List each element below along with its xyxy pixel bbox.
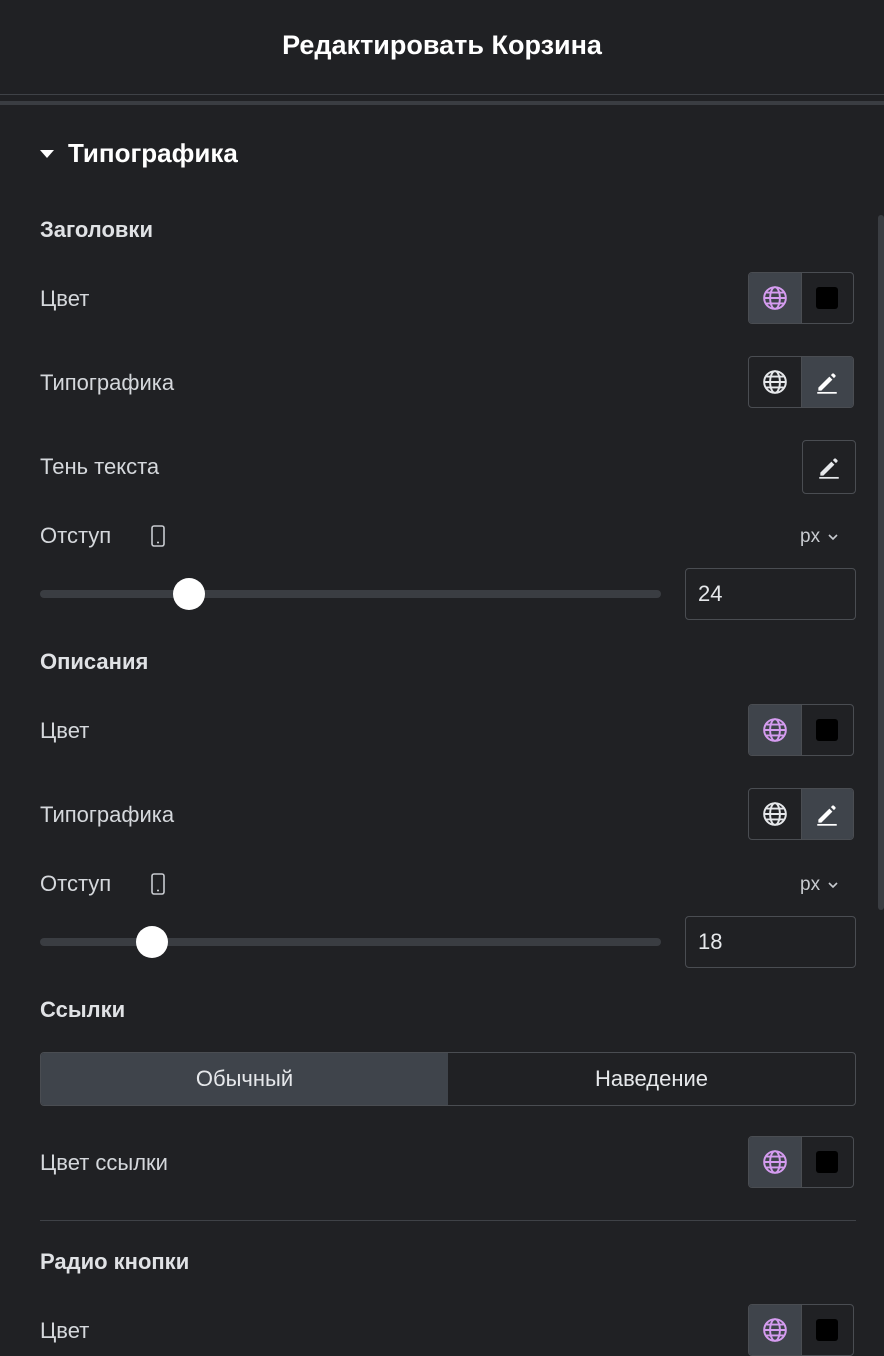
- header-divider: [0, 101, 884, 105]
- panel-header: Редактировать Корзина: [0, 0, 884, 95]
- descriptions-typography-control: [748, 788, 854, 840]
- pencil-icon: [814, 801, 840, 827]
- descriptions-spacing-slider[interactable]: [40, 938, 661, 946]
- descriptions-unit-select[interactable]: px: [800, 874, 838, 896]
- unit-label: px: [800, 526, 821, 547]
- color-picker-button[interactable]: [800, 273, 854, 323]
- color-swatch: [816, 287, 839, 309]
- link-color-label: Цвет ссылки: [40, 1150, 168, 1175]
- chevron-down-icon: [828, 533, 838, 541]
- panel-title: Редактировать Корзина: [282, 30, 602, 60]
- global-typography-button[interactable]: [749, 357, 801, 407]
- descriptions-spacing-slider-handle[interactable]: [136, 926, 168, 958]
- group-heading-headings: Заголовки: [40, 217, 153, 242]
- headings-spacing-slider[interactable]: [40, 590, 661, 598]
- headings-color-control: [748, 272, 854, 324]
- edit-typography-button[interactable]: [800, 357, 853, 407]
- globe-icon: [762, 369, 788, 395]
- section-toggle-typography[interactable]: Типографика: [40, 136, 238, 170]
- global-typography-button[interactable]: [749, 789, 801, 839]
- color-swatch: [816, 1151, 839, 1173]
- edit-typography-button[interactable]: [800, 789, 853, 839]
- scrollbar[interactable]: [878, 215, 884, 910]
- group-heading-links: Ссылки: [40, 997, 126, 1022]
- unit-label: px: [800, 874, 821, 895]
- descriptions-typography-label: Типографика: [40, 802, 175, 827]
- color-picker-button[interactable]: [800, 705, 854, 755]
- descriptions-color-control: [748, 704, 854, 756]
- global-color-button[interactable]: [749, 1137, 801, 1187]
- color-swatch: [816, 1319, 839, 1341]
- mobile-device-icon[interactable]: [150, 525, 166, 547]
- descriptions-spacing-input[interactable]: [685, 916, 856, 968]
- chevron-down-icon: [828, 881, 838, 889]
- tab-normal[interactable]: Обычный: [41, 1053, 448, 1105]
- globe-icon: [762, 1317, 788, 1343]
- mobile-device-icon[interactable]: [150, 873, 166, 895]
- edit-text-shadow-button[interactable]: [802, 440, 856, 494]
- section-divider: [40, 1220, 856, 1221]
- tab-hover[interactable]: Наведение: [448, 1053, 855, 1105]
- caret-down-icon: [40, 150, 54, 158]
- headings-typography-control: [748, 356, 854, 408]
- global-color-button[interactable]: [749, 705, 801, 755]
- group-heading-radio-buttons: Радио кнопки: [40, 1249, 190, 1274]
- headings-spacing-label: Отступ: [40, 523, 112, 548]
- headings-spacing-slider-handle[interactable]: [173, 578, 205, 610]
- globe-icon: [762, 285, 788, 311]
- headings-spacing-input[interactable]: [685, 568, 856, 620]
- link-state-tabs: Обычный Наведение: [40, 1052, 856, 1106]
- headings-typography-label: Типографика: [40, 370, 175, 395]
- pencil-icon: [814, 369, 840, 395]
- headings-color-label: Цвет: [40, 286, 90, 311]
- link-color-control: [748, 1136, 854, 1188]
- section-title: Типографика: [68, 137, 238, 168]
- radio-color-label: Цвет: [40, 1318, 90, 1343]
- globe-icon: [762, 1149, 788, 1175]
- pencil-icon: [816, 454, 842, 480]
- descriptions-spacing-label: Отступ: [40, 871, 112, 896]
- group-heading-descriptions: Описания: [40, 649, 149, 674]
- globe-icon: [762, 801, 788, 827]
- globe-icon: [762, 717, 788, 743]
- color-swatch: [816, 719, 839, 741]
- global-color-button[interactable]: [749, 273, 801, 323]
- color-picker-button[interactable]: [800, 1137, 854, 1187]
- descriptions-color-label: Цвет: [40, 718, 90, 743]
- radio-color-control: [748, 1304, 854, 1356]
- headings-text-shadow-label: Тень текста: [40, 454, 160, 479]
- headings-unit-select[interactable]: px: [800, 526, 838, 548]
